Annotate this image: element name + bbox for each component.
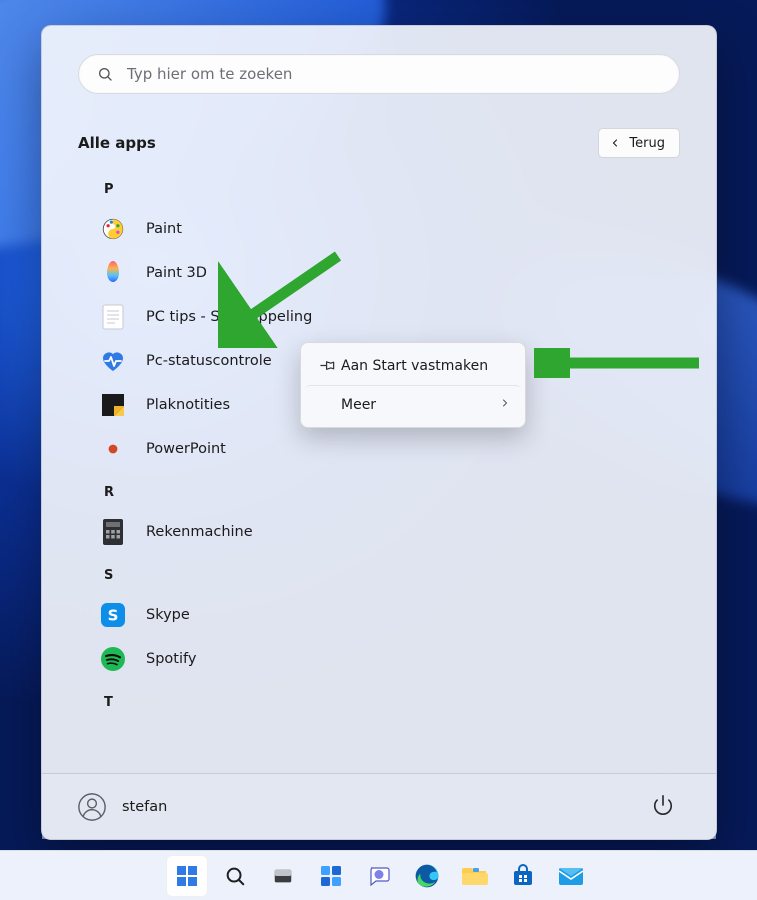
taskbar-edge-button[interactable] xyxy=(406,855,448,897)
letter-header-t[interactable]: T xyxy=(90,681,680,720)
context-item-label: Meer xyxy=(341,397,499,413)
app-label: Paint xyxy=(146,221,182,237)
taskbar-search-button[interactable] xyxy=(214,855,256,897)
app-label: Skype xyxy=(146,607,190,623)
back-button[interactable]: Terug xyxy=(598,128,680,158)
user-icon xyxy=(78,793,106,821)
app-label: Spotify xyxy=(146,651,196,667)
chevron-left-icon xyxy=(609,137,621,149)
store-icon xyxy=(511,864,535,888)
taskbar-store-button[interactable] xyxy=(502,855,544,897)
app-powerpoint[interactable]: PowerPoint xyxy=(90,427,680,471)
calculator-icon xyxy=(98,517,128,547)
app-paint3d[interactable]: Paint 3D xyxy=(90,251,680,295)
powerpoint-icon xyxy=(98,434,128,464)
edge-icon xyxy=(414,863,440,889)
taskbar-mail-button[interactable] xyxy=(550,855,592,897)
paint-icon xyxy=(98,214,128,244)
context-item-label: Aan Start vastmaken xyxy=(341,358,511,374)
context-menu: Aan Start vastmaken Meer xyxy=(300,342,526,428)
svg-text:S: S xyxy=(108,607,119,625)
letter-header-r[interactable]: R xyxy=(90,471,680,510)
widgets-icon xyxy=(319,864,343,888)
search-box[interactable] xyxy=(78,54,680,94)
taskbar xyxy=(0,850,757,900)
pin-icon xyxy=(315,358,341,374)
app-label: Paint 3D xyxy=(146,265,207,281)
start-menu: Alle apps Terug P xyxy=(41,25,717,840)
windows-icon xyxy=(175,864,199,888)
user-button[interactable]: stefan xyxy=(78,793,167,821)
taskbar-start-button[interactable] xyxy=(166,855,208,897)
taskbar-taskview-button[interactable] xyxy=(262,855,304,897)
app-spotify[interactable]: Spotify xyxy=(90,637,680,681)
pc-health-icon xyxy=(98,346,128,376)
stickynotes-icon xyxy=(98,390,128,420)
letter-header-p[interactable]: P xyxy=(90,168,680,207)
app-rekenmachine[interactable]: Rekenmachine xyxy=(90,510,680,554)
user-name: stefan xyxy=(122,799,167,815)
taskbar-chat-button[interactable] xyxy=(358,855,400,897)
context-item-pin-to-start[interactable]: Aan Start vastmaken xyxy=(305,347,521,385)
apps-list: P Paint xyxy=(78,168,680,720)
taskview-icon xyxy=(272,865,294,887)
power-button[interactable] xyxy=(646,788,680,826)
document-icon xyxy=(98,302,128,332)
power-icon xyxy=(652,794,674,816)
chat-icon xyxy=(367,864,391,888)
app-paint[interactable]: Paint xyxy=(90,207,680,251)
app-pctips[interactable]: PC tips - Snelkoppeling xyxy=(90,295,680,339)
chevron-right-icon xyxy=(499,397,511,413)
app-label: Plaknotities xyxy=(146,397,230,413)
taskbar-widgets-button[interactable] xyxy=(310,855,352,897)
app-label: Rekenmachine xyxy=(146,524,253,540)
app-skype[interactable]: S Skype xyxy=(90,593,680,637)
app-label: Pc-statuscontrole xyxy=(146,353,272,369)
context-item-more[interactable]: Meer xyxy=(305,385,521,423)
folder-icon xyxy=(462,865,488,887)
letter-header-s[interactable]: S xyxy=(90,554,680,593)
search-icon xyxy=(97,66,113,82)
mail-icon xyxy=(558,865,584,887)
all-apps-heading: Alle apps xyxy=(78,134,156,152)
paint3d-icon xyxy=(98,258,128,288)
skype-icon: S xyxy=(98,600,128,630)
app-label: PowerPoint xyxy=(146,441,226,457)
user-strip: stefan xyxy=(42,773,716,839)
taskbar-explorer-button[interactable] xyxy=(454,855,496,897)
spotify-icon xyxy=(98,644,128,674)
app-label: PC tips - Snelkoppeling xyxy=(146,309,312,325)
search-input[interactable] xyxy=(127,65,661,83)
search-icon xyxy=(224,865,246,887)
back-label: Terug xyxy=(629,136,665,151)
